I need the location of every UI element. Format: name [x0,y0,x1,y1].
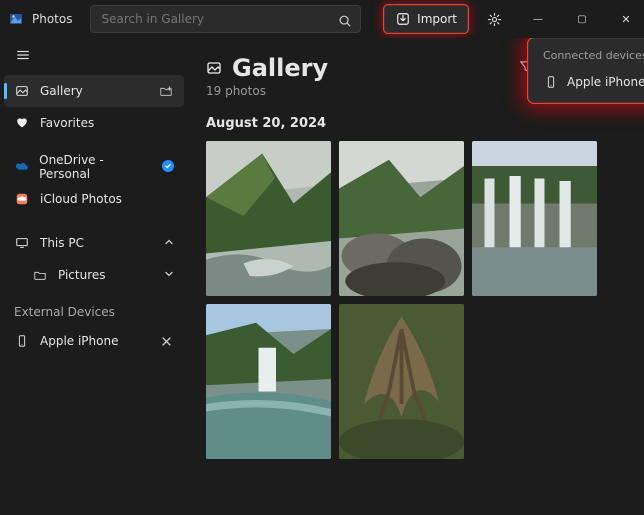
sidebar: Gallery Favorites OneDrive - Personal [0,38,188,515]
onedrive-icon [14,159,29,175]
import-label: Import [417,12,457,26]
sidebar-item-label: OneDrive - Personal [39,153,152,181]
sidebar-item-label: Gallery [40,84,83,98]
search-icon[interactable] [337,13,352,29]
popover-device-item[interactable]: Apple iPhone [535,68,644,96]
pc-icon [14,235,30,251]
photo-thumbnail[interactable] [206,304,331,459]
sidebar-item-favorites[interactable]: Favorites [4,107,184,139]
heart-icon [14,115,30,131]
photo-grid [206,141,626,459]
sidebar-item-label: iCloud Photos [40,192,122,206]
sidebar-item-iphone[interactable]: Apple iPhone [4,325,184,357]
photo-thumbnail[interactable] [472,141,597,296]
app-title: Photos [32,12,72,26]
minimize-button[interactable] [520,0,556,38]
icloud-icon [14,191,30,207]
settings-button[interactable] [476,0,512,38]
gallery-icon [14,83,30,99]
sidebar-item-label: Favorites [40,116,94,130]
eject-device-icon[interactable] [158,333,174,349]
sidebar-item-icloud[interactable]: iCloud Photos [4,183,184,215]
add-folder-icon[interactable] [158,83,174,99]
hamburger-button[interactable] [4,42,184,75]
sidebar-item-gallery[interactable]: Gallery [4,75,184,107]
close-window-button[interactable] [608,0,644,38]
search-input[interactable] [90,5,361,33]
popover-header: Connected devices [535,47,644,68]
import-popover: Connected devices Apple iPhone [528,38,644,103]
sidebar-item-pictures[interactable]: Pictures [4,259,184,291]
gallery-heading-icon [206,60,222,76]
date-group-header: August 20, 2024 [206,116,626,131]
external-devices-header: External Devices [4,291,184,325]
phone-icon [14,333,30,349]
sidebar-item-label: Apple iPhone [40,334,118,348]
import-button[interactable]: Import [384,5,468,33]
photo-thumbnail[interactable] [206,141,331,296]
chevron-down-icon [164,268,174,282]
sidebar-item-this-pc[interactable]: This PC [4,227,184,259]
sidebar-item-onedrive[interactable]: OneDrive - Personal [4,151,184,183]
popover-device-label: Apple iPhone [567,75,644,89]
phone-icon [543,74,559,90]
maximize-button[interactable] [564,0,600,38]
app-icon [8,11,24,27]
sidebar-item-label: Pictures [58,268,106,282]
folder-icon [32,267,48,283]
page-title: Gallery [232,54,328,82]
photo-thumbnail[interactable] [339,304,464,459]
photo-thumbnail[interactable] [339,141,464,296]
sidebar-item-label: This PC [40,236,84,250]
sync-badge-icon [162,160,174,175]
import-icon [395,11,411,27]
chevron-up-icon [164,236,174,250]
